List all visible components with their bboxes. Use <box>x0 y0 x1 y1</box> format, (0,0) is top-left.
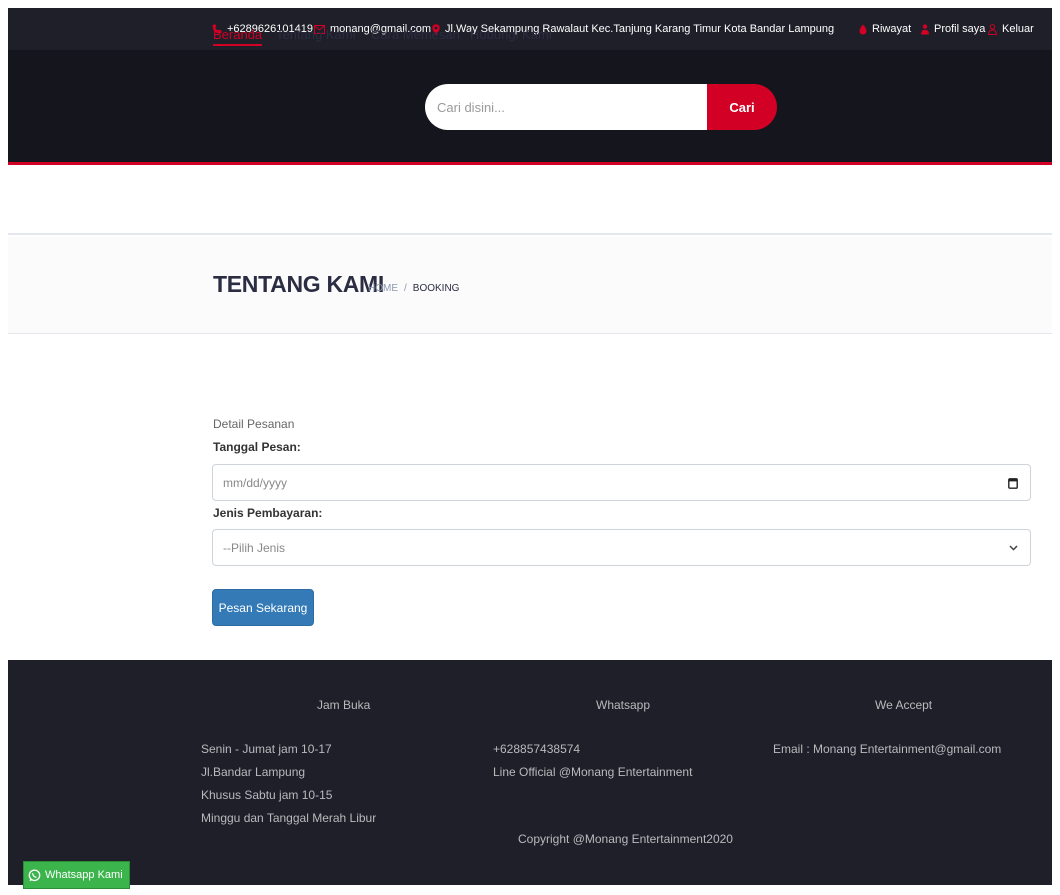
history-icon <box>859 24 867 34</box>
breadcrumb: HOME / BOOKING <box>368 283 459 294</box>
submit-order-label: Pesan Sekarang <box>218 600 308 615</box>
profile-link-label: Profil saya <box>934 23 986 35</box>
nav-item-tentang-kami[interactable]: Tentang Kami <box>276 27 356 42</box>
nav-item-cara-memesan[interactable]: Cara Memesan <box>371 27 460 42</box>
order-date-placeholder: mm/dd/yyyy <box>223 475 288 490</box>
footer-accept-title: We Accept <box>875 698 933 712</box>
footer-hours-line: Minggu dan Tanggal Merah Libur <box>201 811 377 825</box>
whatsapp-chat-label: Whatsapp Kami <box>45 869 123 881</box>
payment-type-selected: --Pilih Jenis <box>223 540 286 555</box>
footer-copyright: Copyright @Monang Entertainment2020 <box>518 832 733 846</box>
calendar-icon[interactable] <box>1008 477 1018 489</box>
whatsapp-chat-button[interactable]: Whatsapp Kami <box>23 861 130 889</box>
chevron-down-icon <box>1009 544 1018 551</box>
main-navigation <box>8 165 1052 235</box>
search-input[interactable] <box>425 84 707 130</box>
order-detail-label: Detail Pesanan <box>213 417 295 431</box>
page-title: TENTANG KAMI <box>213 271 385 297</box>
profile-link[interactable]: Profil saya <box>921 8 985 50</box>
footer-line-official: Line Official @Monang Entertainment <box>493 765 693 779</box>
history-link-label: Riwayat <box>872 23 912 35</box>
search-button[interactable]: Cari <box>707 84 777 130</box>
breadcrumb-section <box>8 237 1052 334</box>
footer-hours-line: Senin - Jumat jam 10-17 <box>201 742 332 756</box>
footer-hours-line: Khusus Sabtu jam 10-15 <box>201 788 333 802</box>
nav-item-beranda[interactable]: Beranda <box>213 27 263 46</box>
payment-type-label: Jenis Pembayaran: <box>213 506 323 520</box>
logout-link-label: Keluar <box>1002 23 1034 35</box>
footer-whatsapp-title: Whatsapp <box>596 698 651 712</box>
footer-hours-line: Jl.Bandar Lampung <box>201 765 306 779</box>
user-outline-icon <box>988 23 997 35</box>
user-icon <box>921 23 929 34</box>
breadcrumb-current: BOOKING <box>412 283 460 294</box>
whatsapp-icon <box>28 868 41 881</box>
nav-item-hubungi-kami[interactable]: Hubungi Kami <box>470 27 552 42</box>
footer-email[interactable]: Email : Monang Entertainment@gmail.com <box>773 742 1001 756</box>
payment-type-select[interactable]: --Pilih Jenis <box>212 529 1031 566</box>
submit-order-button[interactable]: Pesan Sekarang <box>212 589 314 626</box>
footer-hours-title: Jam Buka <box>317 698 371 712</box>
breadcrumb-separator: / <box>404 283 407 294</box>
order-date-label: Tanggal Pesan: <box>213 440 301 454</box>
breadcrumb-home[interactable]: HOME <box>368 283 398 294</box>
order-date-input[interactable]: mm/dd/yyyy <box>212 464 1031 501</box>
search-button-label: Cari <box>729 99 755 115</box>
footer-whatsapp-number[interactable]: +628857438574 <box>493 742 580 756</box>
footer: Jam Buka Senin - Jumat jam 10-17 Jl.Band… <box>8 660 1052 885</box>
logout-link[interactable]: Keluar <box>988 8 1034 50</box>
history-link[interactable]: Riwayat <box>859 8 911 50</box>
